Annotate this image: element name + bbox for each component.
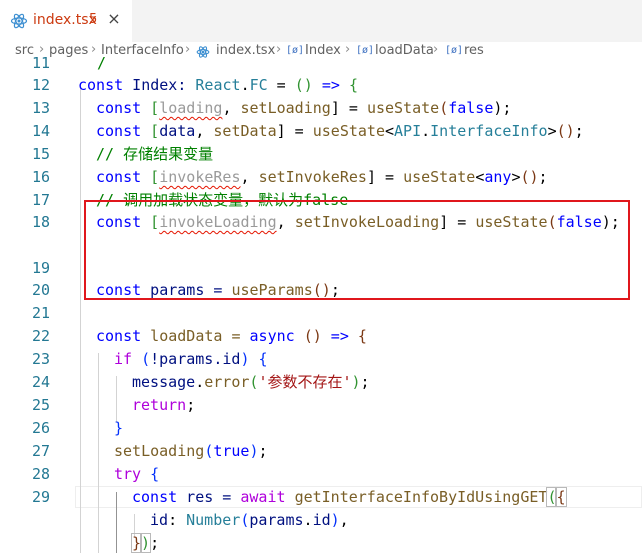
- close-icon[interactable]: ×: [104, 9, 124, 29]
- breadcrumb-item-loaddata[interactable]: loadData: [375, 43, 434, 58]
- line-number: 21: [31, 304, 50, 322]
- line-number: 25: [31, 396, 50, 414]
- line-number: 11: [31, 54, 50, 72]
- code-line-11: /: [97, 54, 107, 72]
- symbol-variable-icon: [ø]: [286, 45, 305, 56]
- line-number: 19: [31, 259, 50, 277]
- problem-count-badge: 5: [89, 12, 98, 27]
- indent-guide: [98, 353, 99, 553]
- line-number: 23: [31, 350, 50, 368]
- line-number: 12: [31, 76, 50, 94]
- code-line-31: id: Number(params.id),: [150, 511, 349, 529]
- code-line-24: if (!params.id) {: [114, 350, 268, 368]
- code-line-29: try {: [114, 465, 160, 483]
- code-editor[interactable]: 11 12 13 14 15 16 17 18 19 20 21 22 23 2…: [0, 54, 642, 553]
- line-number: 28: [31, 465, 50, 483]
- code-line-25: message.error('参数不存在');: [132, 373, 370, 391]
- chevron-right-icon: ›: [185, 42, 191, 57]
- chevron-right-icon: ›: [276, 42, 282, 57]
- line-number: 27: [31, 442, 50, 460]
- code-line-30: const res = await getInterfaceInfoByIdUs…: [132, 487, 567, 507]
- code-line-23: const loadData = async () => {: [96, 327, 367, 345]
- line-number: 15: [31, 145, 50, 163]
- line-number: 29: [31, 488, 50, 506]
- breadcrumb-item-index[interactable]: Index: [305, 43, 341, 58]
- code-line-27: }: [114, 419, 124, 437]
- react-icon: [196, 46, 210, 58]
- line-number: 24: [31, 373, 50, 391]
- symbol-variable-icon: [ø]: [445, 45, 464, 56]
- react-icon: [10, 13, 28, 29]
- code-line-15: // 存储结果变量: [96, 145, 214, 163]
- breadcrumb-item-pages[interactable]: pages: [49, 43, 88, 58]
- line-number: 14: [31, 122, 50, 140]
- editor-tab-bar: index.tsx 5 ×: [0, 0, 642, 42]
- indent-guide: [80, 84, 81, 553]
- symbol-variable-icon: [ø]: [356, 45, 375, 56]
- tab-filename: index.tsx: [33, 12, 97, 28]
- breadcrumb-item-index-tsx[interactable]: index.tsx: [216, 43, 275, 58]
- code-line-32: });: [130, 533, 160, 553]
- breadcrumb-item-res[interactable]: res: [464, 43, 484, 58]
- line-number: 13: [31, 99, 50, 117]
- line-number: 20: [31, 281, 50, 299]
- line-number: 16: [31, 168, 50, 186]
- code-line-28: setLoading(true);: [114, 442, 268, 460]
- chevron-right-icon: ›: [433, 42, 439, 57]
- line-number: 17: [31, 191, 50, 209]
- tab-index-tsx[interactable]: index.tsx 5 ×: [0, 0, 132, 42]
- code-line-12: const Index: React.FC = () => {: [78, 76, 358, 94]
- code-line-13: const [loading, setLoading] = useState(f…: [96, 99, 512, 117]
- indent-guide: [116, 492, 117, 553]
- line-number: 26: [31, 419, 50, 437]
- breadcrumb-item-interfaceinfo[interactable]: InterfaceInfo: [101, 43, 184, 58]
- chevron-right-icon: ›: [345, 42, 351, 57]
- code-line-26: return;: [132, 396, 196, 414]
- code-line-16: const [invokeRes, setInvokeRes] = useSta…: [96, 168, 548, 186]
- annotation-highlight-box: [84, 200, 630, 300]
- line-number: 22: [31, 327, 50, 345]
- line-number: 18: [31, 213, 50, 231]
- chevron-right-icon: ›: [91, 42, 97, 57]
- indent-guide: [116, 376, 117, 422]
- code-line-14: const [data, setData] = useState<API.Int…: [96, 122, 584, 140]
